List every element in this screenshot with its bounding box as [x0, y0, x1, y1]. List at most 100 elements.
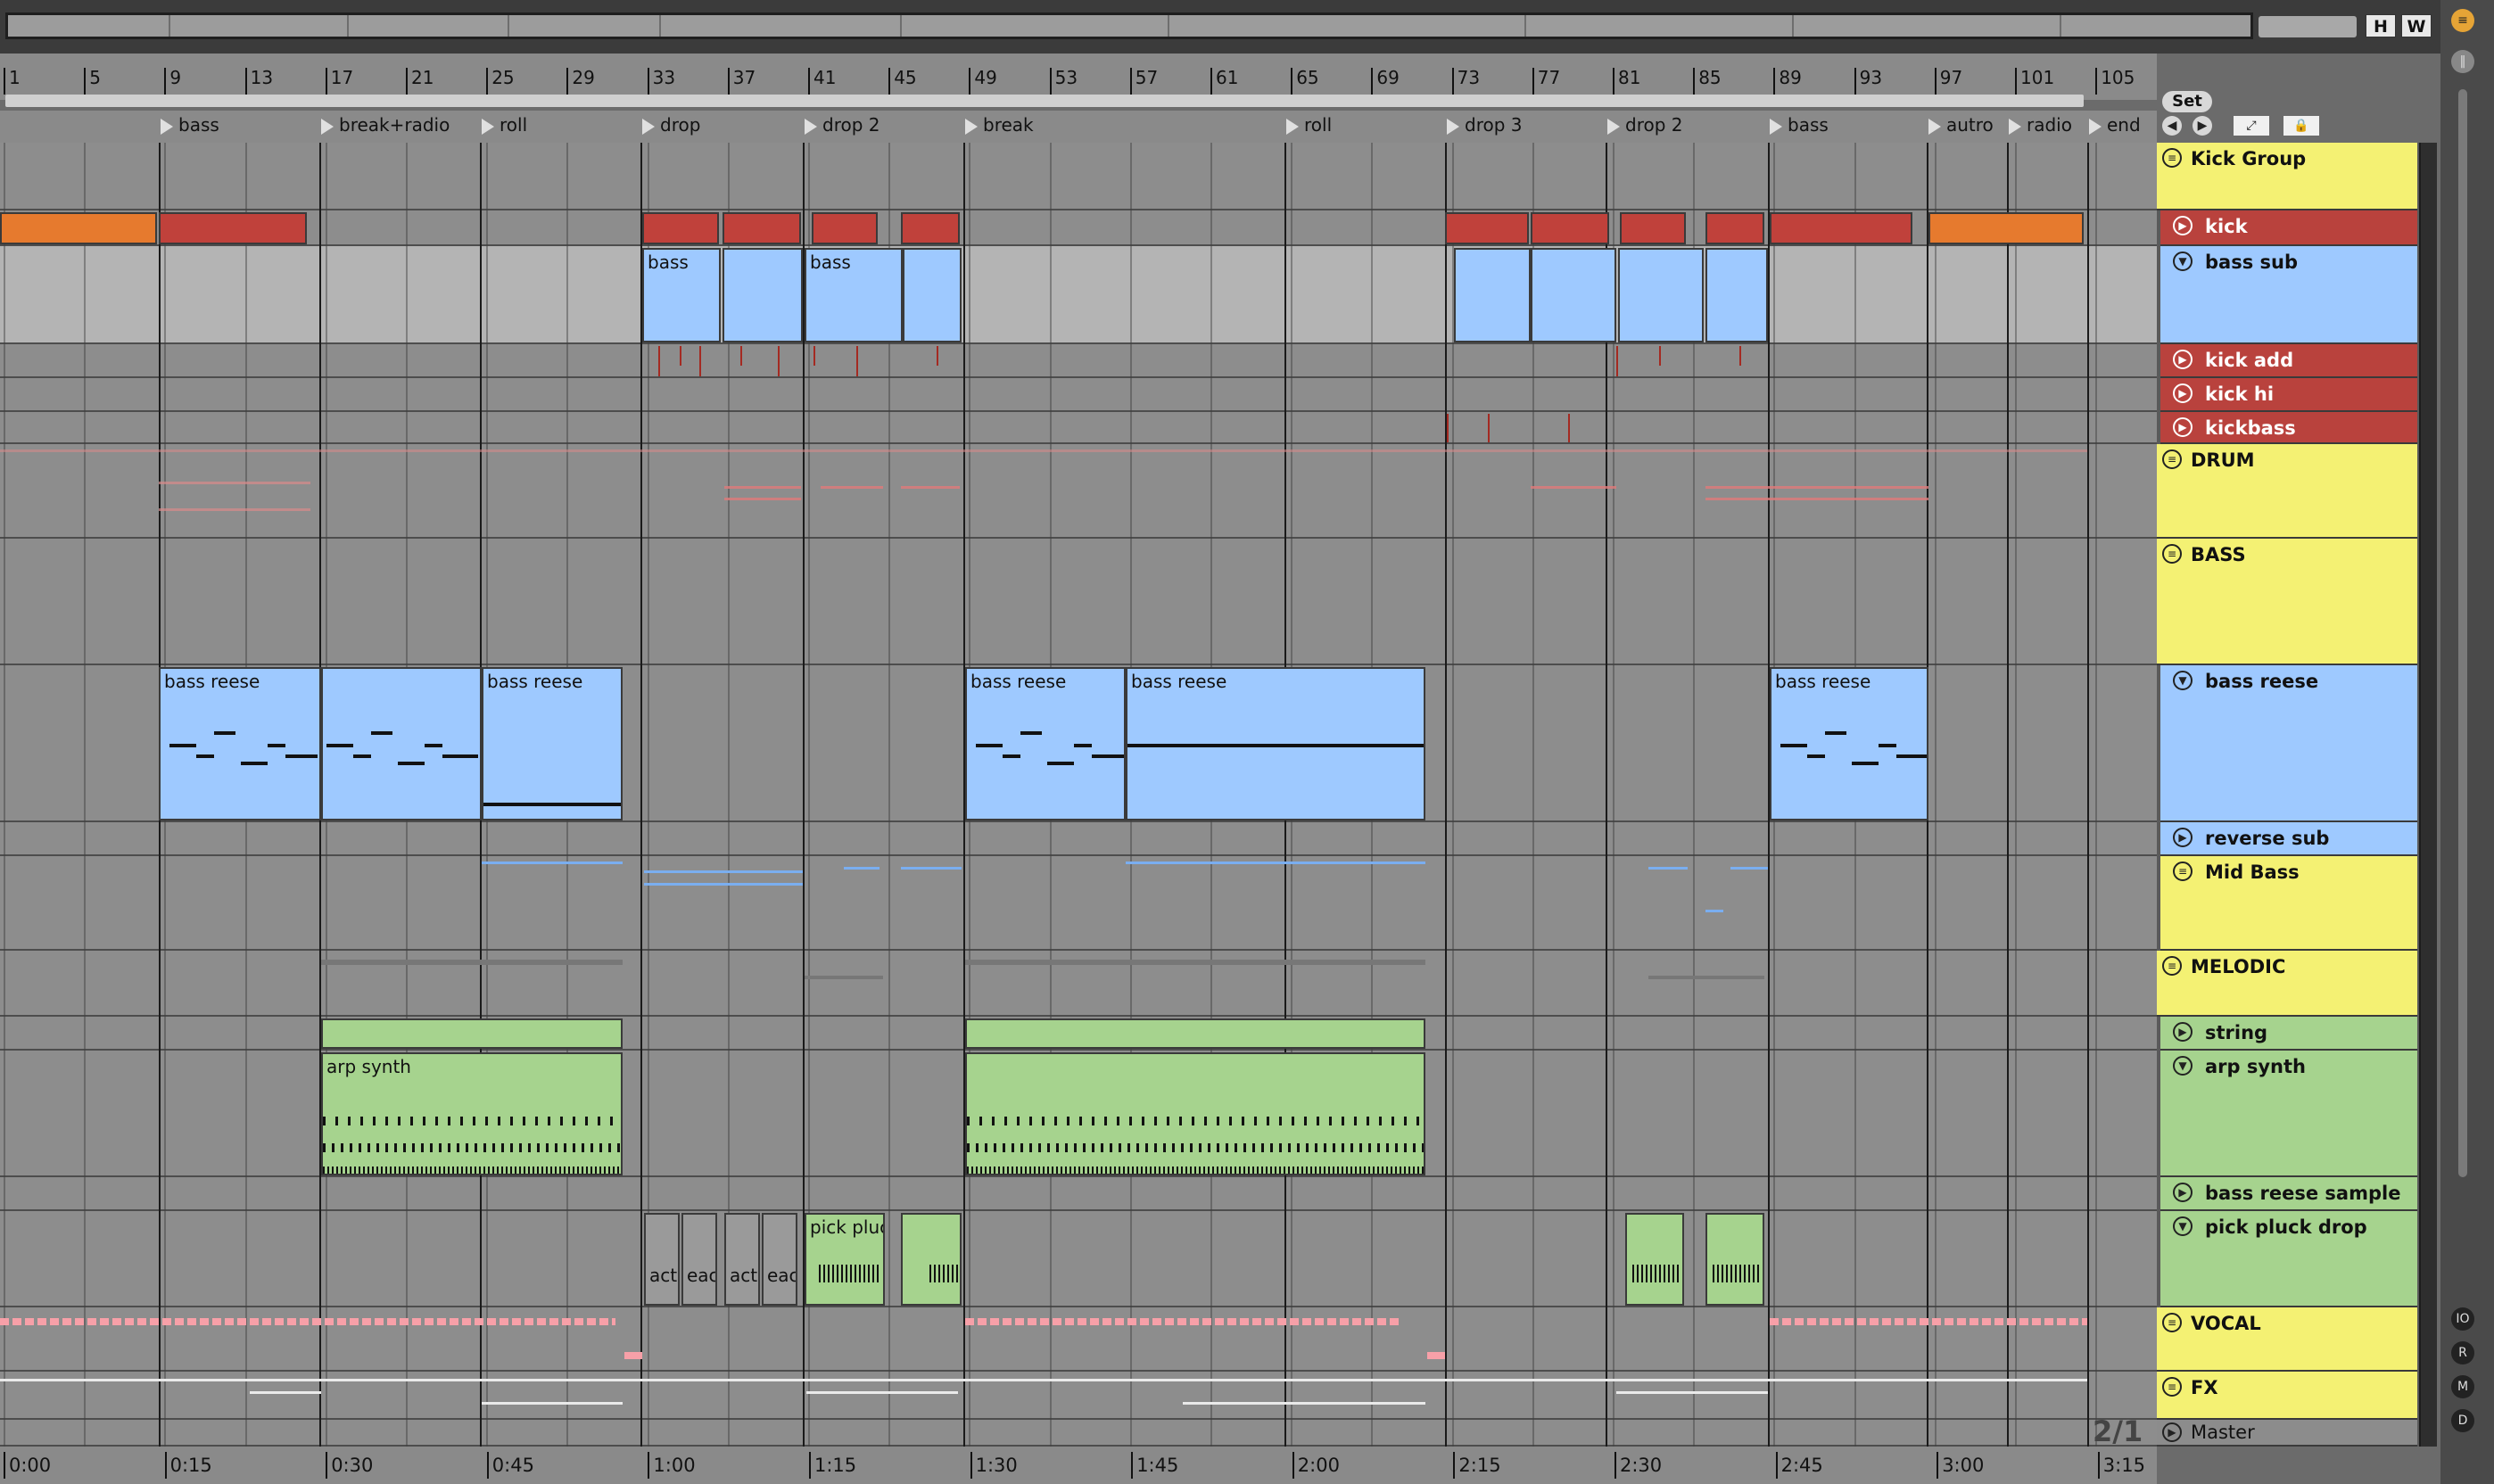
track-header-drum[interactable]: ≡ DRUM [2157, 444, 2417, 539]
lane-bass-sub[interactable] [0, 246, 2157, 344]
locator-5[interactable]: break [965, 114, 1034, 136]
vertical-scrollbar[interactable] [2458, 89, 2467, 1177]
clip-kick[interactable] [1928, 212, 2084, 244]
lane-kickbass[interactable] [0, 412, 2157, 444]
fold-down-icon[interactable]: ▼ [2173, 1056, 2193, 1076]
clip-pick-pluck[interactable] [1625, 1213, 1684, 1306]
clip-kick[interactable] [642, 212, 719, 244]
track-header-arp-synth[interactable]: ▼ arp synth [2160, 1051, 2417, 1177]
fold-down-icon[interactable]: ▼ [2173, 671, 2193, 690]
fold-down-icon[interactable]: ▼ [2173, 1216, 2193, 1236]
clip-kick[interactable] [159, 212, 307, 244]
track-header-kick-group[interactable]: ≡ Kick Group [2157, 143, 2417, 210]
clip-bass-sub[interactable] [723, 248, 803, 342]
locator-2[interactable]: roll [482, 114, 527, 136]
lane-master[interactable] [0, 1420, 2157, 1447]
beat-time-ruler[interactable]: 1 5 9 13 17 21 25 29 33 37 41 45 49 53 57 61 65 69 73 77 81 8… [0, 54, 2157, 100]
clip-bass-reese[interactable] [321, 667, 482, 820]
lane-kick-hi[interactable] [0, 378, 2157, 412]
locator-4[interactable]: drop 2 [805, 114, 880, 136]
clip-string[interactable] [321, 1018, 623, 1049]
lane-pick-pluck-drop[interactable] [0, 1211, 2157, 1307]
mixer-toggle-button[interactable]: M [2451, 1375, 2474, 1398]
time-ruler[interactable]: 0:00 0:15 0:30 0:45 1:00 1:15 1:30 1:45 2:00 2:15… [0, 1447, 2157, 1484]
previous-locator-button[interactable]: ◀ [2162, 116, 2182, 136]
io-toggle-button[interactable]: IO [2451, 1307, 2474, 1331]
clip-bass-sub[interactable]: bass [805, 248, 903, 342]
clip-bass-reese[interactable]: bass reese [1770, 667, 1928, 820]
lane-bass[interactable] [0, 539, 2157, 665]
track-header-kick[interactable]: ▶ kick [2160, 210, 2417, 246]
clip-react[interactable]: eact [762, 1213, 797, 1306]
track-header-mid-bass[interactable]: ≡ Mid Bass [2160, 856, 2417, 951]
play-icon[interactable]: ▶ [2173, 1183, 2193, 1202]
delay-toggle-button[interactable]: D [2451, 1409, 2474, 1432]
lane-kick-group[interactable] [0, 143, 2157, 210]
clip-bass-reese[interactable]: bass reese [965, 667, 1126, 820]
locator-6[interactable]: roll [1286, 114, 1332, 136]
group-fold-icon[interactable]: ≡ [2162, 449, 2182, 469]
width-toggle-button[interactable]: W [2401, 14, 2432, 37]
panel-toggle-icon[interactable]: ‖ [2451, 50, 2474, 73]
clip-bass-reese[interactable]: bass reese [482, 667, 623, 820]
lane-reverse-sub[interactable] [0, 822, 2157, 856]
group-fold-icon[interactable]: ≡ [2162, 956, 2182, 976]
clip-bass-sub[interactable] [1531, 248, 1616, 342]
track-header-melodic[interactable]: ≡ MELODIC [2157, 951, 2417, 1017]
play-icon[interactable]: ▶ [2173, 1022, 2193, 1042]
play-icon[interactable]: ▶ [2173, 828, 2193, 847]
locator-3[interactable]: drop [642, 114, 700, 136]
group-fold-icon[interactable]: ≡ [2162, 1377, 2182, 1397]
track-header-reverse-sub[interactable]: ▶ reverse sub [2160, 822, 2417, 856]
clip-string[interactable] [965, 1018, 1425, 1049]
clip-bass-sub[interactable] [1454, 248, 1531, 342]
height-toggle-button[interactable]: H [2366, 14, 2396, 37]
clip-bass-reese[interactable]: bass reese [1126, 667, 1425, 820]
returns-toggle-button[interactable]: R [2451, 1341, 2474, 1364]
locator-9[interactable]: bass [1770, 114, 1829, 136]
lane-vocal[interactable] [0, 1307, 2157, 1372]
fold-down-icon[interactable]: ▼ [2173, 251, 2193, 271]
clip-kick[interactable] [1705, 212, 1764, 244]
group-fold-icon[interactable]: ≡ [2162, 148, 2182, 168]
clip-kick[interactable] [901, 212, 960, 244]
play-icon[interactable]: ▶ [2162, 1422, 2182, 1442]
clip-kick[interactable] [1770, 212, 1912, 244]
lane-bass-reese-sample[interactable] [0, 1177, 2157, 1211]
track-header-pick-pluck-drop[interactable]: ▼ pick pluck drop [2160, 1211, 2417, 1307]
lane-mid-bass[interactable] [0, 856, 2157, 951]
clip-react[interactable]: act [724, 1213, 760, 1306]
locator-10[interactable]: autro [1928, 114, 1994, 136]
track-header-bass-reese-sample[interactable]: ▶ bass reese sample [2160, 1177, 2417, 1211]
lane-drum[interactable] [0, 444, 2157, 539]
clip-pick-pluck[interactable] [1705, 1213, 1764, 1306]
overview-scrollbar[interactable] [5, 12, 2253, 39]
clip-arp-synth[interactable] [965, 1052, 1425, 1175]
overview-zoom-box[interactable] [2259, 16, 2357, 37]
locator-12[interactable]: end [2089, 114, 2141, 136]
clip-kick[interactable] [1445, 212, 1529, 244]
clip-arp-synth[interactable]: arp synth [321, 1052, 623, 1175]
track-header-kickbass[interactable]: ▶ kickbass [2160, 412, 2417, 444]
locator-7[interactable]: drop 3 [1447, 114, 1523, 136]
clip-kick[interactable] [0, 212, 157, 244]
clip-react[interactable]: eact [681, 1213, 717, 1306]
clip-kick[interactable] [1620, 212, 1686, 244]
play-icon[interactable]: ▶ [2173, 383, 2193, 403]
track-header-fx[interactable]: ≡ FX [2157, 1372, 2417, 1420]
clip-pick-pluck[interactable]: pick pluc [805, 1213, 885, 1306]
locator-8[interactable]: drop 2 [1607, 114, 1683, 136]
group-fold-icon[interactable]: ≡ [2173, 862, 2193, 881]
track-header-bass-sub[interactable]: ▼ bass sub [2160, 246, 2417, 344]
loop-brace[interactable] [5, 95, 2084, 107]
track-header-bass[interactable]: ≡ BASS [2157, 539, 2417, 665]
clip-bass-sub[interactable] [1618, 248, 1704, 342]
clip-bass-sub[interactable]: bass [642, 248, 721, 342]
track-header-kick-hi[interactable]: ▶ kick hi [2160, 378, 2417, 412]
next-locator-button[interactable]: ▶ [2193, 116, 2212, 136]
track-header-string[interactable]: ▶ string [2160, 1017, 2417, 1051]
locator-11[interactable]: radio [2009, 114, 2072, 136]
clip-kick[interactable] [812, 212, 878, 244]
clip-react[interactable]: act [644, 1213, 680, 1306]
group-fold-icon[interactable]: ≡ [2162, 544, 2182, 564]
